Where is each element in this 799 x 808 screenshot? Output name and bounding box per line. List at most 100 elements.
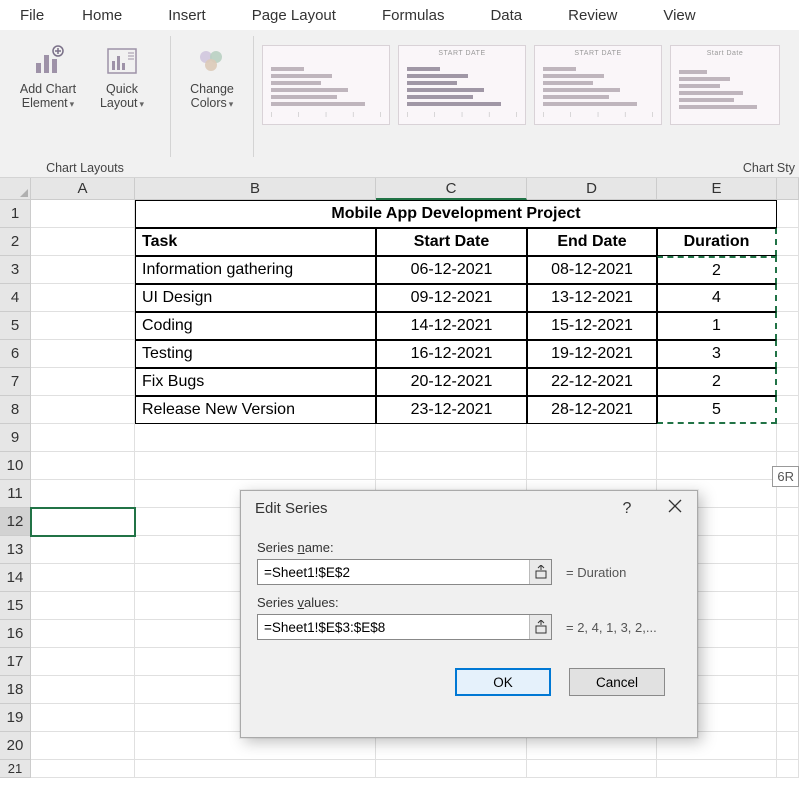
cell-header-start[interactable]: Start Date: [376, 228, 527, 256]
row-header-2[interactable]: 2: [0, 228, 31, 256]
cell[interactable]: [777, 508, 799, 536]
cell-a6[interactable]: [31, 340, 135, 368]
row-header-17[interactable]: 17: [0, 648, 31, 676]
cell[interactable]: [31, 480, 135, 508]
cell-a8[interactable]: [31, 396, 135, 424]
row-header-14[interactable]: 14: [0, 564, 31, 592]
row-header-4[interactable]: 4: [0, 284, 31, 312]
cell[interactable]: [376, 452, 527, 480]
cell[interactable]: [135, 452, 376, 480]
cell-duration[interactable]: 3: [657, 340, 777, 368]
cell-overflow[interactable]: [777, 228, 799, 256]
row-header-11[interactable]: 11: [0, 480, 31, 508]
cell-start[interactable]: 14-12-2021: [376, 312, 527, 340]
cell-overflow[interactable]: [777, 312, 799, 340]
cell-a3[interactable]: [31, 256, 135, 284]
tab-view[interactable]: View: [645, 1, 713, 30]
cell[interactable]: [657, 452, 777, 480]
row-header-1[interactable]: 1: [0, 200, 31, 228]
cell-end[interactable]: 22-12-2021: [527, 368, 657, 396]
dialog-close-button[interactable]: [665, 499, 685, 518]
cell-end[interactable]: 19-12-2021: [527, 340, 657, 368]
cell-a1[interactable]: [31, 200, 135, 228]
cell-task[interactable]: Testing: [135, 340, 376, 368]
cell-duration[interactable]: 4: [657, 284, 777, 312]
row-header-6[interactable]: 6: [0, 340, 31, 368]
cell[interactable]: [376, 424, 527, 452]
tab-insert[interactable]: Insert: [150, 1, 224, 30]
cell[interactable]: [31, 452, 135, 480]
cancel-button[interactable]: Cancel: [569, 668, 665, 696]
cell-end[interactable]: 15-12-2021: [527, 312, 657, 340]
row-header-9[interactable]: 9: [0, 424, 31, 452]
select-all-corner[interactable]: [0, 178, 31, 200]
cell-a4[interactable]: [31, 284, 135, 312]
cell[interactable]: [527, 452, 657, 480]
chart-style-2[interactable]: START DATE |||||: [398, 45, 526, 125]
chart-style-1[interactable]: |||||: [262, 45, 390, 125]
btn-add-chart-element[interactable]: Add Chart Element▾: [13, 36, 83, 110]
cell-overflow[interactable]: [777, 284, 799, 312]
cell-header-end[interactable]: End Date: [527, 228, 657, 256]
cell-start[interactable]: 23-12-2021: [376, 396, 527, 424]
tab-page-layout[interactable]: Page Layout: [234, 1, 354, 30]
tab-review[interactable]: Review: [550, 1, 635, 30]
row-header-5[interactable]: 5: [0, 312, 31, 340]
cell-task[interactable]: UI Design: [135, 284, 376, 312]
row-header-12[interactable]: 12: [0, 508, 31, 536]
col-header-b[interactable]: B: [135, 178, 376, 200]
cell-task[interactable]: Release New Version: [135, 396, 376, 424]
cell[interactable]: [31, 648, 135, 676]
cell-start[interactable]: 09-12-2021: [376, 284, 527, 312]
cell-task[interactable]: Coding: [135, 312, 376, 340]
series-name-input[interactable]: [257, 559, 552, 585]
cell[interactable]: [31, 424, 135, 452]
col-header-e[interactable]: E: [657, 178, 777, 200]
series-values-input[interactable]: [257, 614, 552, 640]
tab-formulas[interactable]: Formulas: [364, 1, 463, 30]
cell-a7[interactable]: [31, 368, 135, 396]
cell-overflow[interactable]: [777, 368, 799, 396]
cell-end[interactable]: 28-12-2021: [527, 396, 657, 424]
cell[interactable]: [777, 732, 799, 760]
row-header-18[interactable]: 18: [0, 676, 31, 704]
row-header-8[interactable]: 8: [0, 396, 31, 424]
cell-duration[interactable]: 1: [657, 312, 777, 340]
cell-start[interactable]: 16-12-2021: [376, 340, 527, 368]
chart-style-3[interactable]: START DATE |||||: [534, 45, 662, 125]
cell[interactable]: [31, 564, 135, 592]
cell[interactable]: [777, 592, 799, 620]
row-header-13[interactable]: 13: [0, 536, 31, 564]
cell[interactable]: [777, 620, 799, 648]
cell[interactable]: [31, 592, 135, 620]
cell[interactable]: [777, 760, 799, 778]
row-header-10[interactable]: 10: [0, 452, 31, 480]
cell[interactable]: [31, 536, 135, 564]
cell-end[interactable]: 08-12-2021: [527, 256, 657, 284]
btn-change-colors[interactable]: Change Colors▾: [177, 36, 247, 110]
col-header-c[interactable]: C: [376, 178, 527, 200]
cell-start[interactable]: 20-12-2021: [376, 368, 527, 396]
ok-button[interactable]: OK: [455, 668, 551, 696]
tab-file[interactable]: File: [10, 1, 54, 30]
cell[interactable]: [527, 760, 657, 778]
col-header-overflow[interactable]: [777, 178, 799, 200]
cell-duration[interactable]: 2: [657, 256, 777, 284]
cell[interactable]: [657, 760, 777, 778]
row-header-7[interactable]: 7: [0, 368, 31, 396]
tab-home[interactable]: Home: [64, 1, 140, 30]
cell-task[interactable]: Information gathering: [135, 256, 376, 284]
cell-a2[interactable]: [31, 228, 135, 256]
row-header-3[interactable]: 3: [0, 256, 31, 284]
cell-duration[interactable]: 2: [657, 368, 777, 396]
row-header-21[interactable]: 21: [0, 760, 31, 778]
cell-a12[interactable]: [31, 508, 135, 536]
row-header-16[interactable]: 16: [0, 620, 31, 648]
cell-a5[interactable]: [31, 312, 135, 340]
cell[interactable]: [31, 760, 135, 778]
chart-style-4[interactable]: Start Date: [670, 45, 780, 125]
row-header-15[interactable]: 15: [0, 592, 31, 620]
series-values-range-button[interactable]: [529, 615, 551, 639]
cell[interactable]: [31, 620, 135, 648]
cell[interactable]: [135, 424, 376, 452]
